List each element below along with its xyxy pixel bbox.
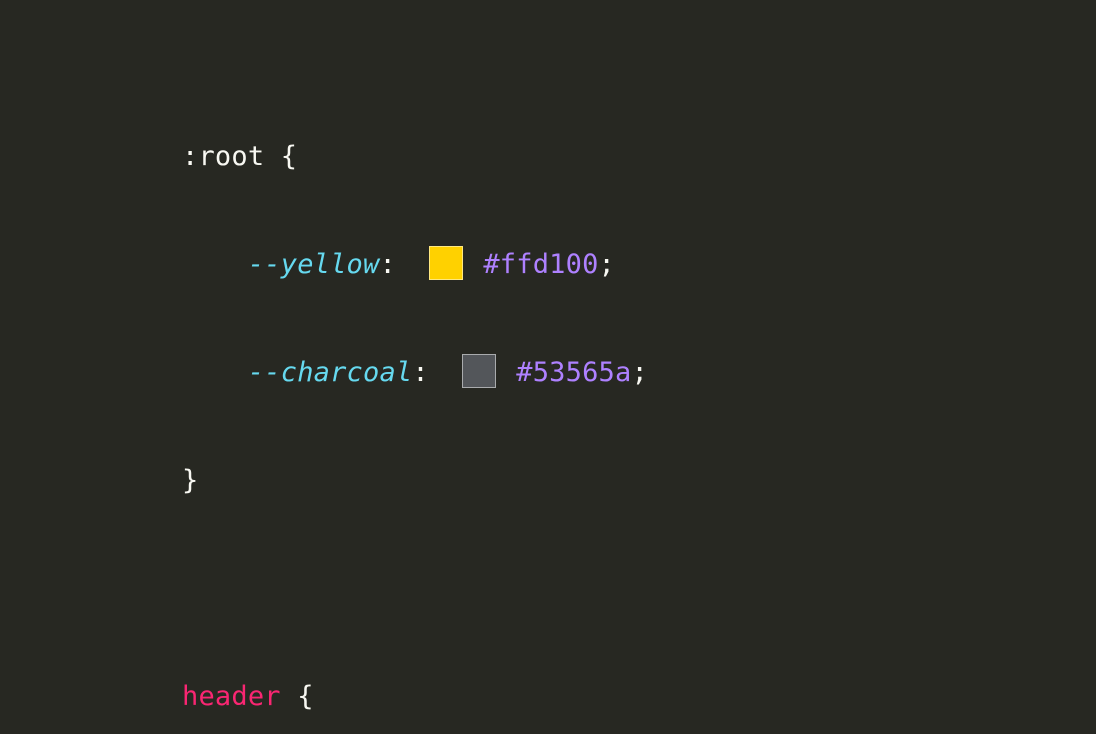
- selector-header: header: [182, 681, 281, 712]
- css-hex-value: #ffd100: [483, 249, 598, 280]
- colon: :: [412, 357, 428, 388]
- code-line: --yellow: #ffd100;: [182, 238, 1096, 292]
- indent: [182, 346, 248, 400]
- brace-open: {: [297, 681, 313, 712]
- semicolon: ;: [599, 249, 615, 280]
- semicolon: ;: [631, 357, 647, 388]
- code-blank-line: [182, 562, 1096, 616]
- css-variable-name: --charcoal: [248, 357, 413, 388]
- code-line: :root {: [182, 130, 1096, 184]
- code-line: header {: [182, 670, 1096, 724]
- code-line: --charcoal: #53565a;: [182, 346, 1096, 400]
- css-hex-value: #53565a: [516, 357, 631, 388]
- color-swatch-charcoal: [462, 354, 496, 388]
- code-editor[interactable]: :root { --yellow: #ffd100; --charcoal: #…: [0, 0, 1096, 734]
- brace-open: {: [281, 141, 297, 172]
- indent: [182, 238, 248, 292]
- color-swatch-yellow: [429, 246, 463, 280]
- css-variable-name: --yellow: [248, 249, 380, 280]
- selector-root: :root: [182, 141, 264, 172]
- colon: :: [379, 249, 395, 280]
- brace-close: }: [182, 465, 198, 496]
- code-line: }: [182, 454, 1096, 508]
